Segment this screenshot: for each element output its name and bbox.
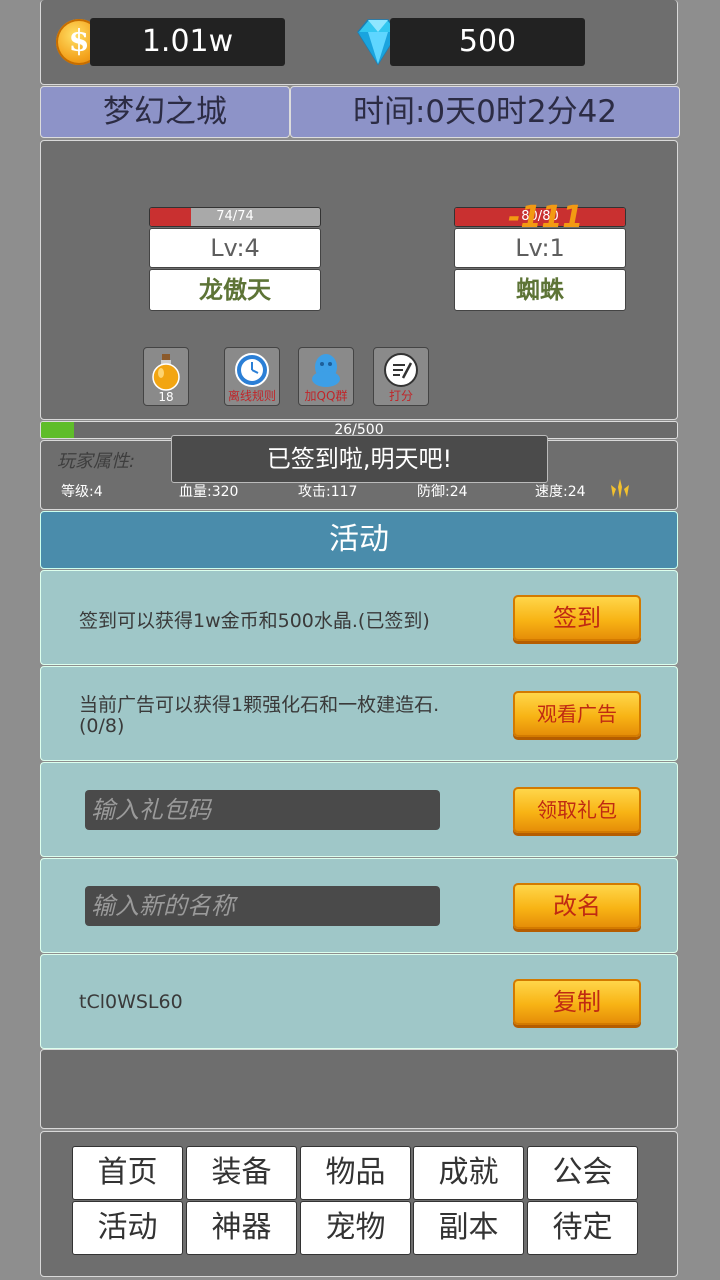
sparkle-icon[interactable] [607,477,633,501]
join-qq-label: 加QQ群 [304,389,348,403]
player-code: tCl0WSL60 [79,991,183,1013]
signin-button[interactable]: 签到 [513,595,641,641]
attributes-title: 玩家属性: [57,451,136,472]
nav-guild[interactable]: 公会 [527,1146,638,1200]
claim-gift-button[interactable]: 领取礼包 [513,787,641,833]
gem-amount: 500 [390,18,585,66]
rename-row: 改名 [40,858,678,953]
join-qq-button[interactable]: 加QQ群 [298,347,354,406]
attr-level: 等级:4 [61,484,103,500]
nav-activity[interactable]: 活动 [72,1201,183,1255]
nav-artifacts[interactable]: 神器 [186,1201,297,1255]
gift-row: 领取礼包 [40,762,678,857]
rate-icon [384,353,418,387]
offline-rules-label: 离线规则 [227,389,276,403]
signin-text: 签到可以获得1w金币和500水晶.(已签到) [79,610,430,632]
attr-defense: 防御:24 [417,484,468,500]
attr-hp: 血量:320 [179,484,239,500]
potion-count: 18 [158,390,174,404]
game-time: 时间:0天0时2分42 [290,86,680,138]
ad-text-line1: 当前广告可以获得1颗强化石和一枚建造石. [79,694,440,716]
activity-header: 活动 [40,511,678,569]
bottom-nav: 首页 装备 物品 成就 公会 活动 神器 宠物 副本 待定 [40,1131,678,1277]
player-level: Lv:4 [149,228,321,268]
nav-equipment[interactable]: 装备 [186,1146,297,1200]
nav-items[interactable]: 物品 [300,1146,411,1200]
enemy-name: 蜘蛛 [454,269,626,311]
ad-progress: (0/8) [79,715,125,737]
clock-icon [235,353,269,387]
rate-button[interactable]: 打分 [373,347,429,406]
attr-speed: 速度:24 [535,484,586,500]
player-hp-bar: 74/74 [149,207,321,227]
copy-button[interactable]: 复制 [513,979,641,1025]
nav-achievements[interactable]: 成就 [413,1146,524,1200]
watch-ad-button[interactable]: 观看广告 [513,691,641,737]
qq-icon [312,354,340,387]
player-hp-text: 74/74 [216,209,254,224]
signin-row: 签到可以获得1w金币和500水晶.(已签到) 签到 [40,570,678,665]
offline-rules-button[interactable]: 离线规则 [224,347,280,406]
new-name-input[interactable] [85,886,440,926]
attr-attack: 攻击:117 [298,484,358,500]
potion-icon [152,354,180,391]
rename-button[interactable]: 改名 [513,883,641,929]
potion-button[interactable]: 18 [143,347,189,406]
rate-label: 打分 [388,389,413,403]
gift-code-input[interactable] [85,790,440,830]
gold-amount: 1.01w [90,18,285,66]
city-name: 梦幻之城 [40,86,290,138]
nav-home[interactable]: 首页 [72,1146,183,1200]
damage-popup: -111 [508,200,584,235]
ad-row: 当前广告可以获得1颗强化石和一枚建造石. (0/8) 观看广告 [40,666,678,761]
player-name: 龙傲天 [149,269,321,311]
activity-footer-space [40,1049,678,1129]
toast-message: 已签到啦,明天吧! [171,435,548,483]
nav-pets[interactable]: 宠物 [300,1201,411,1255]
copy-row: tCl0WSL60 复制 [40,954,678,1049]
nav-tbd[interactable]: 待定 [527,1201,638,1255]
nav-dungeon[interactable]: 副本 [413,1201,524,1255]
